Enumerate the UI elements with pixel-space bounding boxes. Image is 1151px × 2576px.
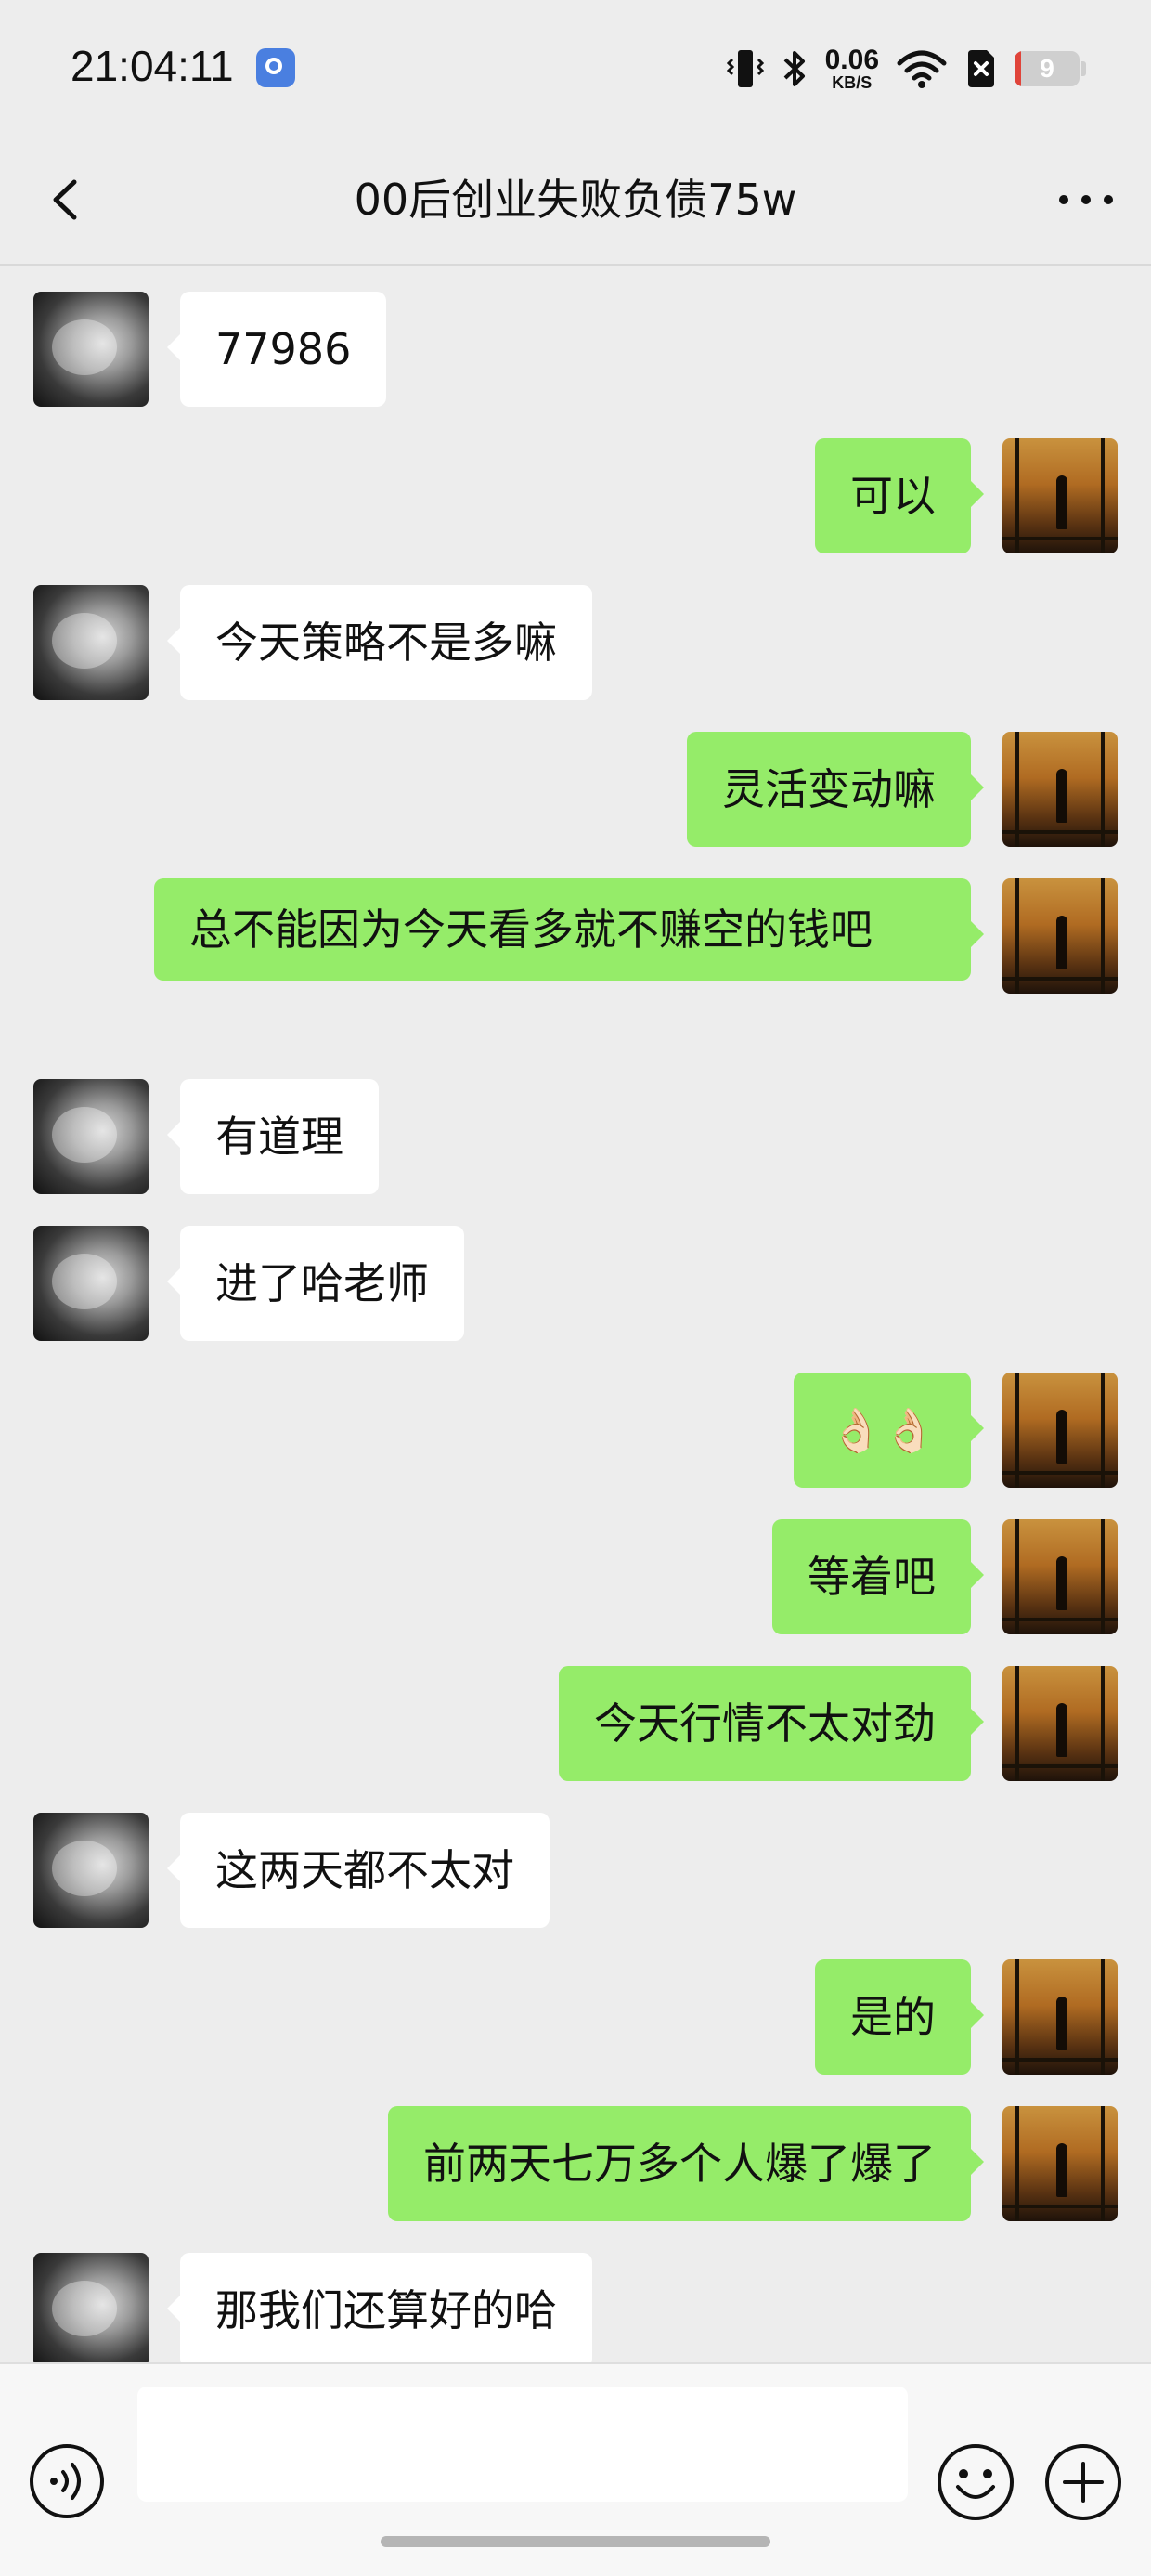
more-dots-icon[interactable] xyxy=(1049,167,1123,232)
avatar-self[interactable] xyxy=(1002,1666,1118,1781)
avatar-self[interactable] xyxy=(1002,1373,1118,1488)
plus-icon[interactable] xyxy=(1043,2442,1123,2522)
avatar-self[interactable] xyxy=(1002,2106,1118,2221)
avatar-other[interactable] xyxy=(33,1226,149,1341)
home-indicator[interactable] xyxy=(381,2536,770,2547)
sim-off-icon xyxy=(968,50,994,87)
network-speed: 0.06 KB/S xyxy=(824,45,879,92)
message-bubble-received[interactable]: 进了哈老师 xyxy=(167,1226,464,1341)
avatar-other[interactable] xyxy=(33,2253,149,2362)
message-bubble-received[interactable]: 今天策略不是多嘛 xyxy=(167,585,592,700)
message-bubble-received[interactable]: 这两天都不太对 xyxy=(167,1813,550,1928)
avatar-self[interactable] xyxy=(1002,438,1118,553)
voice-icon[interactable] xyxy=(28,2442,106,2520)
message-bubble-sent[interactable]: 灵活变动嘛 xyxy=(687,732,984,847)
bluetooth-icon xyxy=(783,51,805,86)
vibrate-icon xyxy=(726,50,764,87)
message-bubble-sent[interactable]: 总不能因为今天看多就不赚空的钱吧 xyxy=(154,878,984,981)
avatar-other[interactable] xyxy=(33,1813,149,1928)
battery-level: 9 xyxy=(1040,54,1054,83)
network-speed-unit: KB/S xyxy=(832,73,873,92)
wifi-icon xyxy=(897,50,947,88)
avatar-self[interactable] xyxy=(1002,1519,1118,1634)
emoji-icon[interactable] xyxy=(936,2442,1015,2522)
status-time: 21:04:11 xyxy=(71,42,234,90)
message-bubble-received[interactable]: 有道理 xyxy=(167,1079,379,1194)
avatar-other[interactable] xyxy=(33,292,149,407)
message-bubble-received[interactable]: 那我们还算好的哈 xyxy=(167,2253,592,2362)
message-bubble-sent[interactable]: 是的 xyxy=(815,1959,984,2075)
message-bubble-sent[interactable]: 前两天七万多个人爆了爆了 xyxy=(388,2106,984,2221)
battery-icon: 9 xyxy=(1015,51,1080,86)
avatar-self[interactable] xyxy=(1002,878,1118,994)
message-input[interactable] xyxy=(137,2387,908,2502)
chat-title: 00后创业失败负债75w xyxy=(354,175,797,225)
avatar-self[interactable] xyxy=(1002,1959,1118,2075)
avatar-self[interactable] xyxy=(1002,732,1118,847)
avatar-other[interactable] xyxy=(33,1079,149,1194)
app-notification-icon xyxy=(256,48,295,87)
chat-messages[interactable]: 77986 可以 今天策略不是多嘛 灵活变动嘛 总不能因为今天看多就不赚空的钱吧… xyxy=(0,266,1151,2362)
status-bar: 21:04:11 0.06 KB/S 9 xyxy=(0,0,1151,139)
chat-header: 00后创业失败负债75w xyxy=(0,139,1151,266)
message-bubble-sent[interactable]: 可以 xyxy=(815,438,984,553)
avatar-other[interactable] xyxy=(33,585,149,700)
message-bubble-received[interactable]: 77986 xyxy=(166,292,387,407)
status-icons: 0.06 KB/S 9 xyxy=(726,43,1086,95)
message-bubble-sent[interactable]: 👌🏻👌🏻 xyxy=(794,1373,984,1488)
message-bubble-sent[interactable]: 今天行情不太对劲 xyxy=(559,1666,984,1781)
battery-nub xyxy=(1081,61,1086,76)
message-bubble-sent[interactable]: 等着吧 xyxy=(772,1519,984,1634)
network-speed-value: 0.06 xyxy=(824,45,879,75)
